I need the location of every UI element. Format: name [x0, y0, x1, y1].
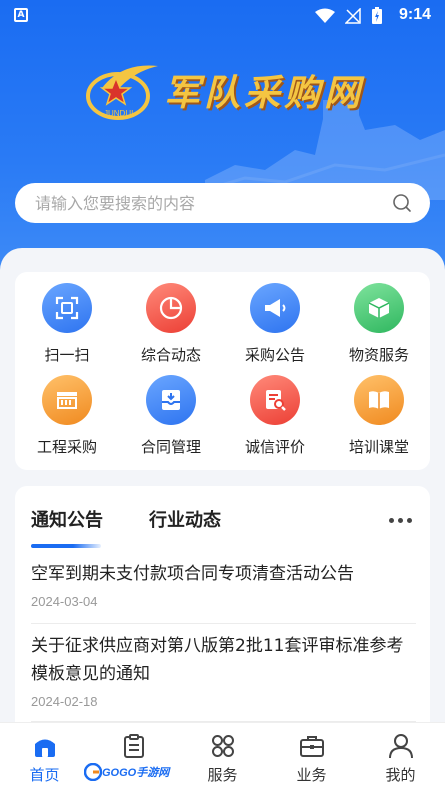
app-notification-icon: A [14, 8, 28, 22]
service-label: 综合动态 [140, 346, 201, 364]
megaphone-icon [250, 283, 300, 333]
briefcase-icon [300, 736, 324, 757]
service-procurement-notice[interactable]: 采购公告 [225, 274, 325, 364]
battery-icon [372, 7, 382, 24]
nav-label: 业务 [296, 766, 327, 784]
document-search-icon [250, 375, 300, 425]
service-credit-evaluation[interactable]: 诚信评价 [225, 366, 325, 456]
site-title: 军队采购网 [164, 72, 365, 114]
logo-text: JUNDUI [104, 109, 133, 118]
box-icon [354, 283, 404, 333]
grid-icon [212, 735, 234, 757]
search-input[interactable] [35, 183, 375, 223]
news-item[interactable]: 空军到期未支付款项合同专项清查活动公告 2024-03-04 [31, 560, 416, 624]
service-contracts[interactable]: 合同管理 [121, 366, 221, 456]
tab-notices[interactable]: 通知公告 [31, 506, 103, 532]
nav-label: 服务 [207, 766, 238, 784]
army-emblem-icon: JUNDUI [86, 65, 158, 120]
user-icon [389, 734, 413, 759]
watermark: GOGO手游网 [84, 761, 170, 783]
bottom-navigation: 首页 服务 业务 我的 GOGO手游网 [0, 722, 445, 792]
no-signal-icon [345, 8, 361, 24]
service-label: 工程采购 [36, 438, 97, 456]
gamepad-logo-icon [84, 763, 102, 781]
search-bar[interactable] [15, 183, 430, 223]
nav-label: 首页 [29, 766, 60, 784]
news-title: 关于征求供应商对第八版第2批11套评审标准参考模板意见的通知 [31, 636, 404, 684]
service-label: 采购公告 [244, 346, 305, 364]
scan-icon [42, 283, 92, 333]
watermark-text: GOGO手游网 [102, 767, 170, 779]
service-construction[interactable]: 工程采购 [17, 366, 117, 456]
nav-business[interactable]: 业务 [267, 723, 356, 792]
more-options-icon[interactable] [389, 518, 412, 523]
construction-icon [42, 375, 92, 425]
service-label: 诚信评价 [244, 438, 305, 456]
service-label: 物资服务 [348, 346, 409, 364]
service-materials[interactable]: 物资服务 [329, 274, 429, 364]
search-icon[interactable] [392, 193, 412, 213]
home-icon [35, 739, 55, 757]
news-title: 空军到期未支付款项合同专项清查活动公告 [31, 564, 354, 584]
service-grid: 扫一扫 综合动态 采购公告 物资服务 工程采购 合同管理 诚信评价 培训课堂 [15, 272, 430, 470]
pie-chart-icon [146, 283, 196, 333]
nav-label: 我的 [385, 766, 416, 784]
service-label: 扫一扫 [44, 346, 90, 364]
header-banner [0, 0, 445, 270]
status-bar: A 9:14 [0, 0, 445, 32]
service-label: 合同管理 [140, 438, 201, 456]
nav-services[interactable]: 服务 [178, 723, 267, 792]
news-date: 2024-03-04 [31, 594, 98, 609]
inbox-icon [146, 375, 196, 425]
service-label: 培训课堂 [348, 438, 409, 456]
wifi-icon [315, 8, 335, 23]
nav-home[interactable]: 首页 [0, 723, 89, 792]
service-scan[interactable]: 扫一扫 [17, 274, 117, 364]
service-training[interactable]: 培训课堂 [329, 366, 429, 456]
book-icon [354, 375, 404, 425]
news-date: 2024-02-18 [31, 694, 98, 709]
nav-profile[interactable]: 我的 [356, 723, 445, 792]
active-tab-indicator [31, 544, 101, 548]
site-logo: JUNDUI 军队采购网 [82, 58, 372, 128]
tab-industry-news[interactable]: 行业动态 [149, 506, 221, 532]
clipboard-icon [124, 734, 144, 758]
news-panel: 通知公告 行业动态 空军到期未支付款项合同专项清查活动公告 2024-03-04… [15, 486, 430, 736]
service-news[interactable]: 综合动态 [121, 274, 221, 364]
news-item[interactable]: 关于征求供应商对第八版第2批11套评审标准参考模板意见的通知 2024-02-1… [31, 632, 416, 722]
clock: 9:14 [398, 6, 431, 23]
